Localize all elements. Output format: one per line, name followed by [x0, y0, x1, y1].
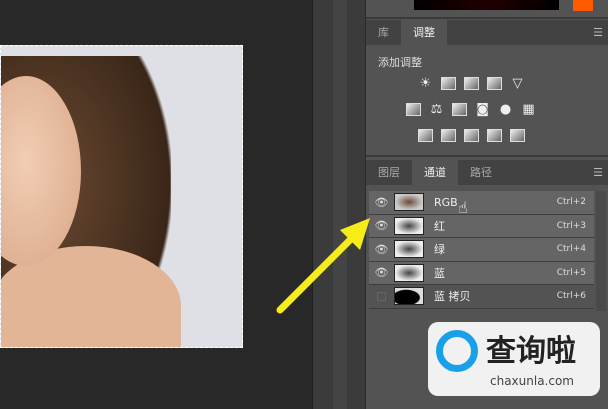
hue-saturation-icon[interactable] [406, 103, 421, 116]
channel-row-green[interactable]: 👁 绿 Ctrl+4 [369, 238, 594, 262]
hand-cursor-icon: ☝ [458, 198, 468, 217]
channel-thumbnail [394, 287, 424, 306]
tab-libraries[interactable]: 库 [366, 20, 401, 45]
tab-adjustments[interactable]: 调整 [401, 20, 447, 45]
selective-color-icon[interactable] [487, 129, 502, 142]
channel-shortcut: Ctrl+6 [556, 291, 586, 302]
watermark-text: 查询啦 [486, 334, 576, 369]
adjust-tabs: 库 调整 ☰ [366, 20, 608, 45]
channel-shortcut: Ctrl+5 [556, 267, 586, 278]
divider [366, 17, 608, 19]
channel-thumbnail [394, 193, 424, 212]
channel-row-rgb[interactable]: 👁 RGB Ctrl+2 [369, 191, 594, 215]
document-canvas [0, 0, 312, 409]
channel-tabs: 图层 通道 路径 ☰ [366, 160, 608, 185]
exposure-icon[interactable] [487, 77, 502, 90]
color-lookup-icon[interactable]: ▦ [521, 103, 536, 116]
posterize-icon[interactable] [441, 129, 456, 142]
panel-dock-gutter [312, 0, 365, 409]
channel-name: 蓝 [434, 266, 445, 280]
channel-thumbnail [394, 263, 424, 282]
threshold-icon[interactable] [464, 129, 479, 142]
tab-layers[interactable]: 图层 [366, 160, 412, 185]
photo-selection[interactable] [0, 45, 243, 348]
levels-icon[interactable] [441, 77, 456, 90]
channel-row-blue[interactable]: 👁 蓝 Ctrl+5 [369, 261, 594, 285]
channel-row-blue-copy[interactable]: 蓝 拷贝 Ctrl+6 [369, 285, 594, 309]
color-balance-icon[interactable]: ⚖ [429, 103, 444, 116]
channel-shortcut: Ctrl+2 [556, 197, 586, 208]
watermark: 查询啦 chaxunla.com [428, 322, 600, 396]
channel-row-red[interactable]: 👁 红 Ctrl+3 [369, 214, 594, 238]
channel-list: 👁 RGB Ctrl+2 👁 红 Ctrl+3 👁 绿 Ctrl+4 👁 蓝 Ctrl+5 蓝 … [369, 191, 594, 309]
brightness-contrast-icon[interactable]: ☀ [418, 77, 433, 90]
eye-icon[interactable]: 👁 [369, 196, 394, 209]
tab-paths[interactable]: 路径 [458, 160, 504, 185]
watermark-url: chaxunla.com [490, 374, 574, 388]
channel-mixer-icon[interactable]: ● [498, 103, 513, 116]
tab-channels[interactable]: 通道 [412, 160, 458, 185]
black-white-icon[interactable] [452, 103, 467, 116]
watermark-logo-icon [436, 330, 478, 372]
dock-bar [333, 0, 347, 409]
add-adjustment-label: 添加调整 [378, 56, 422, 69]
channel-name: RGB [434, 195, 458, 209]
curves-icon[interactable] [464, 77, 479, 90]
divider [366, 155, 608, 157]
channel-thumbnail [394, 240, 424, 259]
channel-name: 蓝 拷贝 [434, 290, 471, 304]
panel-menu-icon[interactable]: ☰ [593, 166, 603, 179]
invert-icon[interactable] [418, 129, 433, 142]
channel-thumbnail [394, 216, 424, 235]
vibrance-icon[interactable]: ▽ [510, 77, 525, 90]
color-picker-ramp[interactable] [414, 0, 559, 10]
channel-shortcut: Ctrl+3 [556, 220, 586, 231]
channel-name: 红 [434, 219, 445, 233]
photo-filter-icon[interactable]: ◙ [475, 103, 490, 116]
foreground-color-swatch[interactable] [573, 0, 593, 11]
panel-menu-icon[interactable]: ☰ [593, 26, 603, 39]
scrollbar[interactable] [596, 191, 606, 311]
channel-shortcut: Ctrl+4 [556, 244, 586, 255]
channel-name: 绿 [434, 243, 445, 257]
yellow-arrow-annotation [276, 218, 370, 314]
gradient-map-icon[interactable] [510, 129, 525, 142]
